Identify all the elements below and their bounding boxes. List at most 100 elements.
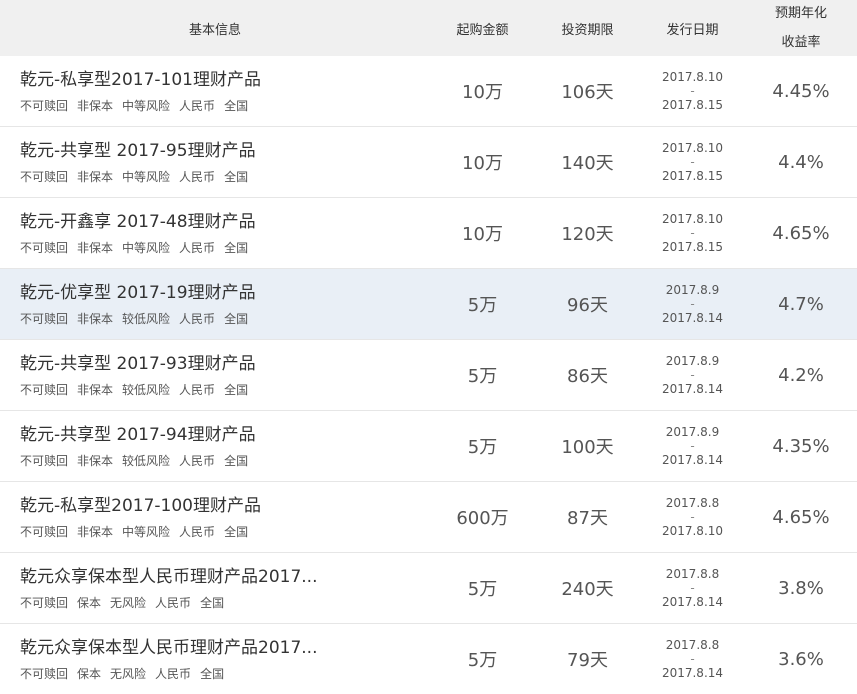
expected-yield: 3.6%: [778, 648, 824, 670]
product-tag: 全国: [224, 169, 249, 184]
investment-term: 106天: [561, 82, 614, 103]
product-tag: 人民币: [179, 382, 216, 397]
table-row[interactable]: 乾元众享保本型人民币理财产品2017... 不可赎回 保本 无风险 人民币 全国 5万 …: [0, 624, 857, 694]
product-tags: 不可赎回 非保本 较低风险 人民币 全国: [20, 381, 248, 398]
table-row[interactable]: 乾元-共享型 2017-94理财产品 不可赎回 非保本 较低风险 人民币 全国 5万 1…: [0, 411, 857, 482]
product-tags: 不可赎回 非保本 较低风险 人民币 全国: [20, 452, 248, 469]
product-tag: 中等风险: [122, 240, 171, 255]
product-tag: 较低风险: [122, 382, 171, 397]
product-info: 乾元众享保本型人民币理财产品2017... 不可赎回 保本 无风险 人民币 全国: [0, 553, 430, 623]
product-tag: 全国: [200, 666, 225, 681]
product-tags: 不可赎回 非保本 中等风险 人民币 全国: [20, 168, 248, 185]
issue-date-end: 2017.8.14: [661, 453, 724, 467]
issue-date-separator: -: [690, 84, 695, 98]
table-row[interactable]: 乾元众享保本型人民币理财产品2017... 不可赎回 保本 无风险 人民币 全国 5万 …: [0, 553, 857, 624]
issue-date: 2017.8.9 - 2017.8.14: [640, 340, 745, 410]
product-name-link[interactable]: 乾元-共享型 2017-95理财产品: [20, 140, 256, 162]
product-tag: 较低风险: [122, 311, 171, 326]
expected-yield: 3.8%: [778, 577, 824, 599]
investment-term: 87天: [567, 508, 608, 529]
issue-date: 2017.8.10 - 2017.8.15: [640, 127, 745, 197]
issue-date-end: 2017.8.14: [661, 666, 724, 680]
product-name-link[interactable]: 乾元-私享型2017-101理财产品: [20, 69, 261, 91]
header-expected-yield[interactable]: 预期年化 收益率: [745, 0, 857, 56]
issue-date-end: 2017.8.14: [661, 382, 724, 396]
issue-date-separator: -: [690, 155, 695, 169]
product-name-link[interactable]: 乾元-开鑫享 2017-48理财产品: [20, 211, 256, 233]
table-row[interactable]: 乾元-开鑫享 2017-48理财产品 不可赎回 非保本 中等风险 人民币 全国 10万 …: [0, 198, 857, 269]
issue-date-start: 2017.8.8: [665, 638, 720, 652]
product-tag: 非保本: [77, 169, 114, 184]
product-name-link[interactable]: 乾元-私享型2017-100理财产品: [20, 495, 261, 517]
table-row[interactable]: 乾元-私享型2017-101理财产品 不可赎回 非保本 中等风险 人民币 全国 10万 …: [0, 56, 857, 127]
header-issue-date[interactable]: 发行日期: [640, 0, 745, 56]
issue-date: 2017.8.8 - 2017.8.14: [640, 553, 745, 623]
issue-date-end: 2017.8.10: [661, 524, 724, 538]
product-tags: 不可赎回 非保本 中等风险 人民币 全国: [20, 97, 248, 114]
table-row[interactable]: 乾元-共享型 2017-93理财产品 不可赎回 非保本 较低风险 人民币 全国 5万 8…: [0, 340, 857, 411]
min-amount: 5万: [467, 579, 498, 600]
product-tag: 全国: [224, 240, 249, 255]
product-tag: 人民币: [179, 169, 216, 184]
product-info: 乾元-共享型 2017-94理财产品 不可赎回 非保本 较低风险 人民币 全国: [0, 411, 430, 481]
product-tag: 不可赎回: [20, 524, 69, 539]
product-tag: 不可赎回: [20, 311, 69, 326]
issue-date-separator: -: [690, 510, 695, 524]
product-name-link[interactable]: 乾元-共享型 2017-94理财产品: [20, 424, 256, 446]
product-tag: 非保本: [77, 240, 114, 255]
product-tag: 人民币: [155, 666, 192, 681]
issue-date-separator: -: [690, 226, 695, 240]
table-header: 基本信息 起购金额 投资期限 发行日期 预期年化 收益率: [0, 0, 857, 56]
investment-term: 100天: [561, 437, 614, 458]
product-tags: 不可赎回 非保本 中等风险 人民币 全国: [20, 239, 248, 256]
product-tags: 不可赎回 保本 无风险 人民币 全国: [20, 594, 224, 611]
investment-term: 120天: [561, 224, 614, 245]
issue-date-separator: -: [690, 368, 695, 382]
expected-yield: 4.65%: [772, 506, 830, 528]
table-row[interactable]: 乾元-优享型 2017-19理财产品 不可赎回 非保本 较低风险 人民币 全国 5万 9…: [0, 269, 857, 340]
header-min-amount[interactable]: 起购金额: [430, 0, 535, 56]
product-tag: 非保本: [77, 524, 114, 539]
product-tag: 非保本: [77, 311, 114, 326]
issue-date-end: 2017.8.14: [661, 595, 724, 609]
product-tag: 全国: [224, 98, 249, 113]
product-tag: 中等风险: [122, 169, 171, 184]
product-tag: 不可赎回: [20, 666, 69, 681]
product-tag: 无风险: [110, 595, 147, 610]
expected-yield: 4.4%: [778, 151, 824, 173]
product-tag: 不可赎回: [20, 453, 69, 468]
product-name-link[interactable]: 乾元-共享型 2017-93理财产品: [20, 353, 256, 375]
product-info: 乾元-开鑫享 2017-48理财产品 不可赎回 非保本 中等风险 人民币 全国: [0, 198, 430, 268]
issue-date-separator: -: [690, 581, 695, 595]
product-tags: 不可赎回 非保本 中等风险 人民币 全国: [20, 523, 248, 540]
product-name-link[interactable]: 乾元众享保本型人民币理财产品2017...: [20, 566, 317, 588]
issue-date-start: 2017.8.10: [661, 141, 724, 155]
table-body: 乾元-私享型2017-101理财产品 不可赎回 非保本 中等风险 人民币 全国 10万 …: [0, 56, 857, 694]
product-tag: 人民币: [179, 240, 216, 255]
table-row[interactable]: 乾元-私享型2017-100理财产品 不可赎回 非保本 中等风险 人民币 全国 600万…: [0, 482, 857, 553]
min-amount: 5万: [467, 295, 498, 316]
issue-date-end: 2017.8.15: [661, 169, 724, 183]
product-tag: 人民币: [179, 524, 216, 539]
investment-term: 140天: [561, 153, 614, 174]
product-tag: 全国: [224, 524, 249, 539]
product-tag: 保本: [77, 666, 102, 681]
min-amount: 10万: [462, 82, 503, 103]
header-term[interactable]: 投资期限: [535, 0, 640, 56]
issue-date-separator: -: [690, 439, 695, 453]
product-tag: 非保本: [77, 382, 114, 397]
product-tag: 全国: [224, 453, 249, 468]
expected-yield: 4.45%: [772, 80, 830, 102]
product-tag: 中等风险: [122, 524, 171, 539]
issue-date-separator: -: [690, 652, 695, 666]
issue-date-end: 2017.8.14: [661, 311, 724, 325]
table-row[interactable]: 乾元-共享型 2017-95理财产品 不可赎回 非保本 中等风险 人民币 全国 10万 …: [0, 127, 857, 198]
product-tag: 不可赎回: [20, 382, 69, 397]
product-name-link[interactable]: 乾元众享保本型人民币理财产品2017...: [20, 637, 317, 659]
product-name-link[interactable]: 乾元-优享型 2017-19理财产品: [20, 282, 256, 304]
expected-yield: 4.7%: [778, 293, 824, 315]
product-tag: 不可赎回: [20, 595, 69, 610]
issue-date-start: 2017.8.9: [665, 354, 720, 368]
product-info: 乾元-优享型 2017-19理财产品 不可赎回 非保本 较低风险 人民币 全国: [0, 269, 430, 339]
min-amount: 5万: [467, 437, 498, 458]
